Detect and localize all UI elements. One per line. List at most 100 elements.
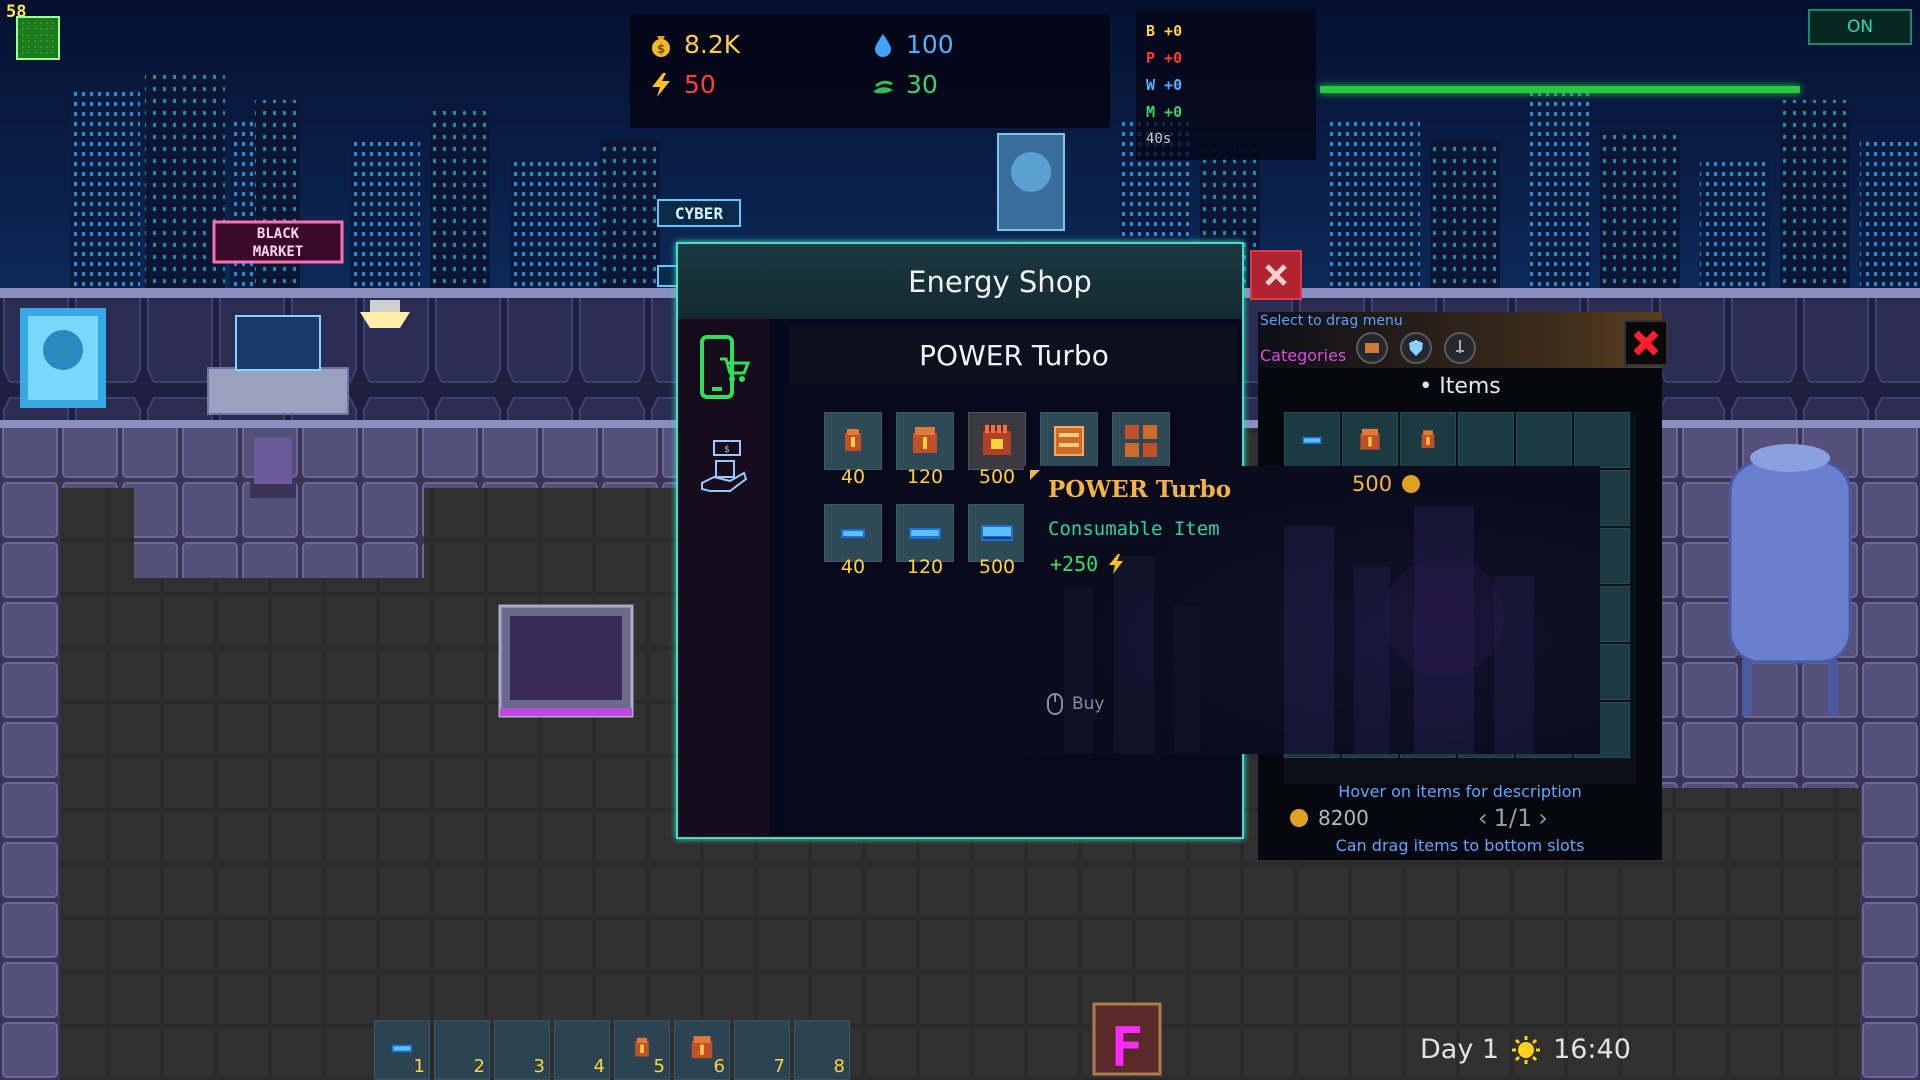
hotbar-slot-number: 3 [533, 1056, 545, 1077]
tooltip-effect: +250 [1050, 552, 1126, 576]
hotbar-slot-number: 5 [653, 1056, 665, 1077]
power-resource: 50 [648, 70, 716, 99]
stat-m: M +0 [1146, 103, 1183, 121]
hotbar-slot-6[interactable]: 6 [674, 1020, 730, 1080]
hover-hint: Hover on items for description [1338, 782, 1582, 801]
inventory-slot[interactable] [1284, 412, 1340, 468]
inventory-slot[interactable] [1400, 412, 1456, 468]
shop-slot-power-crate[interactable] [1040, 412, 1098, 470]
food-value: 30 [906, 70, 938, 99]
shop-slot-price: 40 [840, 556, 866, 578]
power-pack-small-icon [1421, 430, 1435, 448]
tooltip-effect-value: +250 [1050, 552, 1099, 576]
on-toggle-button[interactable]: ON [1808, 9, 1912, 45]
item-tooltip: POWER Turbo Consumable Item +250 Buy [1024, 466, 1600, 754]
battery-small-icon [1302, 436, 1322, 444]
hotbar-slot-7[interactable]: 7 [734, 1020, 790, 1080]
inventory-slot[interactable] [1458, 412, 1514, 468]
tooltip-type: Consumable Item [1048, 518, 1220, 540]
hotbar: 1 2 3 4 5 6 7 8 [374, 1020, 850, 1080]
shop-slot-price: 500 [978, 556, 1016, 578]
next-page-button[interactable]: › [1538, 804, 1548, 832]
hotbar-slot-1[interactable]: 1 [374, 1020, 430, 1080]
lightning-icon [652, 72, 670, 97]
shop-slot-power-crate-double[interactable] [1112, 412, 1170, 470]
svg-text:$: $ [724, 445, 730, 455]
water-resource: 100 [870, 30, 954, 59]
shop-title: Energy Shop [678, 244, 1242, 319]
battery-large-icon [981, 525, 1013, 541]
coins-resource: $ 8.2K [648, 30, 740, 59]
hotbar-slot-3[interactable]: 3 [494, 1020, 550, 1080]
hotbar-slot-number: 6 [713, 1056, 725, 1077]
page-indicator: 1/1 [1493, 804, 1533, 832]
stat-timer: 40s [1146, 131, 1172, 147]
phone-cart-icon[interactable] [696, 333, 752, 403]
power-crate-icon [1054, 426, 1084, 456]
inventory-close-button[interactable] [1624, 320, 1668, 366]
lightning-icon [1109, 554, 1124, 574]
shop-slot-price: 120 [906, 466, 944, 488]
power-pack-medium-icon [913, 427, 937, 453]
sun-icon [1512, 1035, 1541, 1064]
shop-slot-battery-large[interactable] [968, 504, 1026, 562]
tooltip-corner-marker [1030, 470, 1040, 480]
shop-slot-battery-medium[interactable] [896, 504, 954, 562]
inventory-coins: 8200 [1288, 806, 1369, 830]
day-clock: Day 1 16:40 [1420, 1034, 1631, 1065]
svg-text:BLACK: BLACK [257, 226, 300, 242]
pagination: ‹ 1/1 › [1478, 804, 1548, 832]
shop-slot-price: 40 [840, 466, 866, 488]
coin-icon [1290, 809, 1308, 827]
buy-hint[interactable]: Buy [1046, 692, 1105, 716]
hotbar-slot-4[interactable]: 4 [554, 1020, 610, 1080]
inventory-slot[interactable] [1342, 412, 1398, 468]
battery-medium-icon [909, 528, 941, 539]
power-pack-small-icon [845, 429, 861, 451]
svg-text:MARKET: MARKET [253, 244, 304, 260]
shop-slot-power-pack-medium[interactable] [896, 412, 954, 470]
resource-panel: $ 8.2K 50 100 30 [630, 14, 1110, 128]
hotbar-slot-number: 7 [773, 1056, 785, 1077]
tooltip-background [1024, 466, 1600, 754]
power-value: 50 [684, 70, 716, 99]
shield-icon[interactable] [1400, 332, 1432, 364]
close-icon [1265, 264, 1287, 286]
hotbar-slot-2[interactable]: 2 [434, 1020, 490, 1080]
shop-slot-power-pack-small[interactable] [824, 412, 882, 470]
svg-text:CYBER: CYBER [675, 204, 724, 223]
shop-sidebar: $ [678, 319, 770, 837]
hotbar-slot-number: 4 [593, 1056, 605, 1077]
power-crate-double-icon [1125, 425, 1157, 457]
shop-slot-battery-small[interactable] [824, 504, 882, 562]
shop-slot-power-pack-large[interactable] [968, 412, 1026, 470]
item-price: 500 [1352, 472, 1422, 496]
inventory-slot[interactable] [1516, 412, 1572, 468]
sword-icon[interactable] [1444, 332, 1476, 364]
battery-small-icon [841, 529, 865, 538]
stat-b: B +0 [1146, 22, 1183, 40]
buy-label: Buy [1072, 694, 1105, 714]
shop-slot-price: 500 [978, 466, 1016, 488]
power-pack-medium-icon [1360, 428, 1380, 450]
prev-page-button[interactable]: ‹ [1478, 804, 1488, 832]
inventory-header[interactable]: Select to drag menu Categories [1258, 312, 1668, 368]
coin-icon [1402, 475, 1421, 493]
hand-money-icon[interactable]: $ [696, 433, 752, 503]
svg-text:$: $ [657, 42, 665, 56]
money-bag-icon: $ [652, 35, 670, 57]
close-icon [1633, 330, 1659, 356]
hotbar-slot-8[interactable]: 8 [794, 1020, 850, 1080]
inventory-slot[interactable] [1574, 412, 1630, 468]
minimap-icon[interactable] [16, 16, 60, 60]
hotbar-slot-5[interactable]: 5 [614, 1020, 670, 1080]
food-resource: 30 [870, 70, 938, 99]
drag-bottom-hint: Can drag items to bottom slots [1335, 836, 1585, 855]
water-value: 100 [906, 30, 954, 59]
stat-p: P +0 [1146, 49, 1183, 67]
crate-icon[interactable] [1356, 332, 1388, 364]
plant-icon [873, 80, 893, 93]
close-button[interactable] [1250, 250, 1302, 300]
drag-hint: Select to drag menu [1260, 313, 1403, 329]
stat-changes-panel: B +0 P +0 W +0 M +0 40s [1136, 10, 1316, 160]
